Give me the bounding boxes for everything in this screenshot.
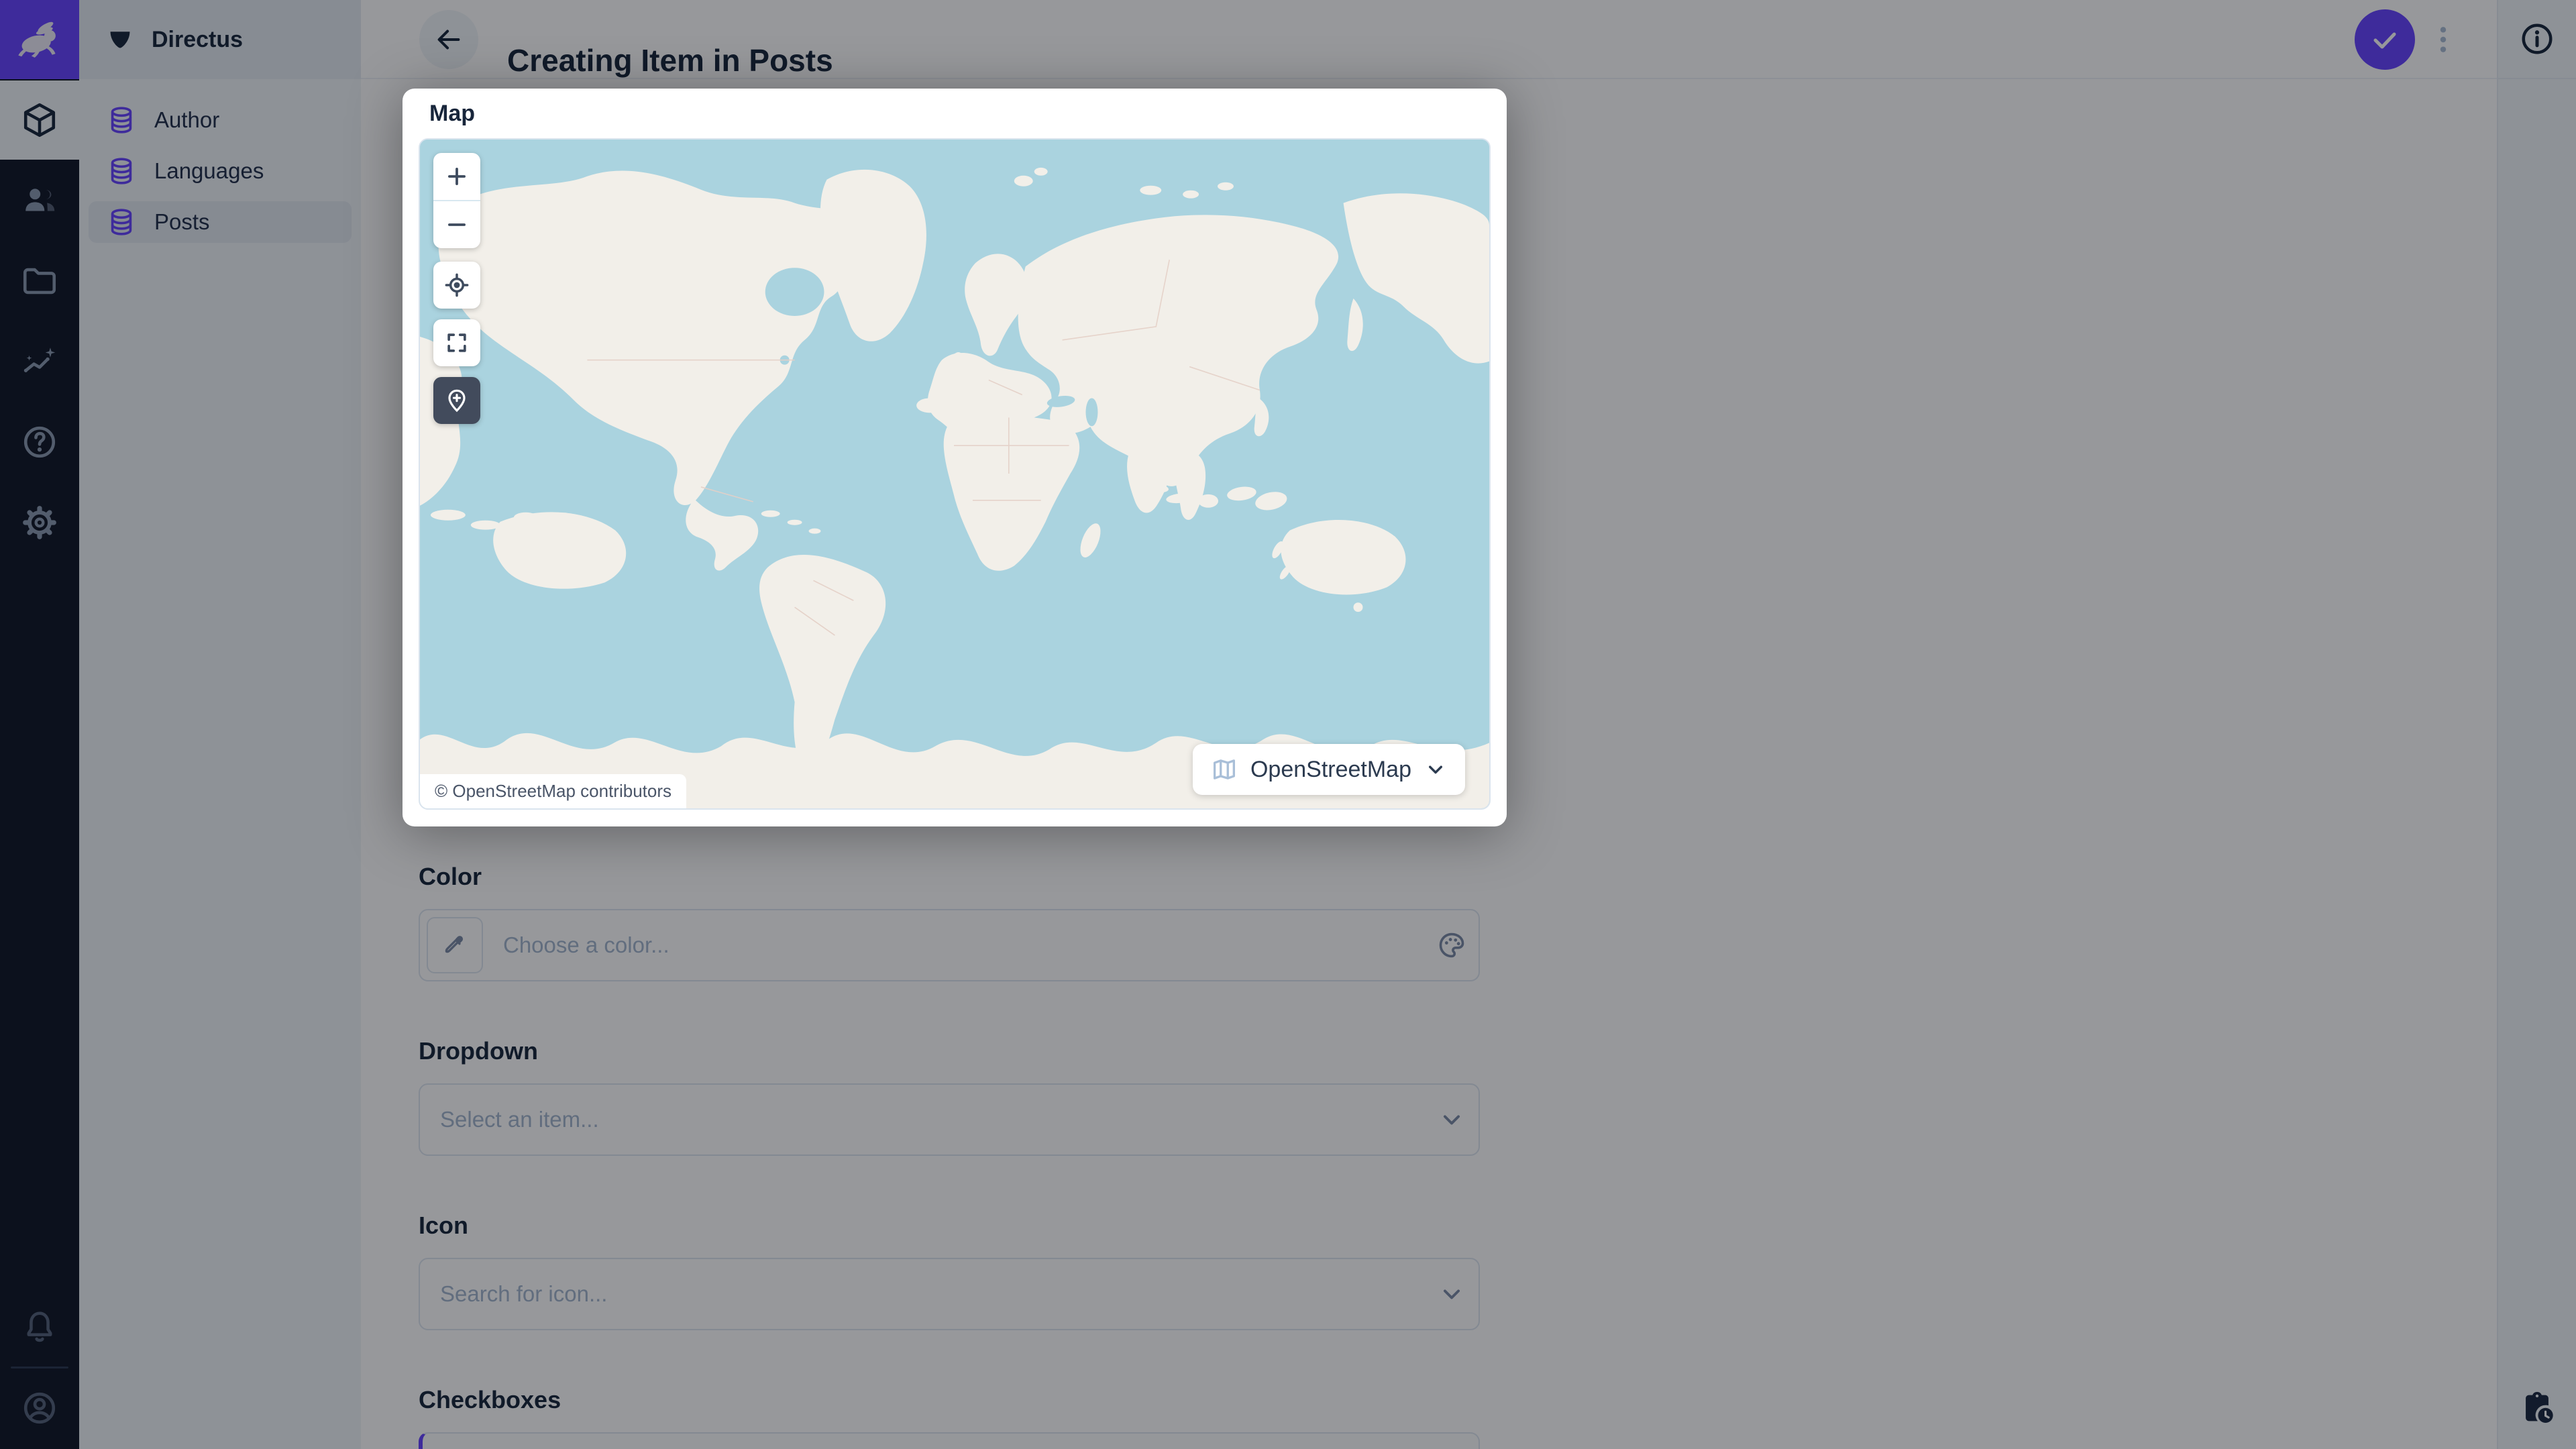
map-icon: [1213, 759, 1235, 780]
add-location-icon: [448, 389, 466, 413]
geolocate-button[interactable]: [433, 262, 480, 309]
add-location-button[interactable]: [433, 377, 480, 424]
basemap-selector[interactable]: OpenStreetMap: [1192, 744, 1465, 795]
plus-icon: [448, 168, 466, 185]
map-field-label: Map: [429, 101, 475, 126]
map-field-card: Map © OpenStreetMap contributors OpenStr…: [402, 89, 1507, 826]
fullscreen-button[interactable]: [433, 319, 480, 366]
zoom-out-button[interactable]: [433, 201, 480, 248]
chevron-down-icon[interactable]: [1424, 757, 1448, 782]
map-zoom-control: [433, 153, 480, 248]
directus-app: Directus Author Languages Posts Creating…: [0, 0, 2576, 1449]
world-map: [420, 140, 1489, 808]
map-canvas[interactable]: © OpenStreetMap contributors OpenStreetM…: [419, 138, 1491, 810]
basemap-label: OpenStreetMap: [1250, 756, 1411, 782]
map-attribution: © OpenStreetMap contributors: [420, 774, 686, 808]
minus-icon: [448, 223, 466, 226]
zoom-in-button[interactable]: [433, 153, 480, 200]
geolocate-icon: [445, 273, 469, 297]
fullscreen-icon: [447, 333, 466, 352]
